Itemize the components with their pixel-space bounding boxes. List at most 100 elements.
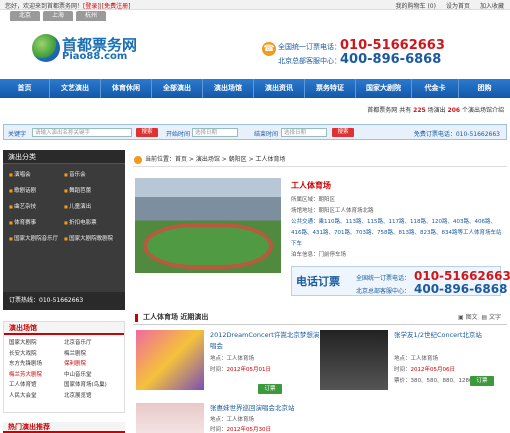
category-title: 演出分类	[3, 150, 125, 164]
city-tabs: 北京 上海 杭州	[10, 11, 109, 21]
hotline-number-1: 010-51662663	[340, 38, 445, 53]
category-item[interactable]: 演唱会	[9, 168, 64, 181]
header-hotline: ☎ 全国统一订票电话： 010-51662663 北京总部客服中心： 400-8…	[262, 38, 510, 68]
category-item[interactable]: 歌剧话剧	[9, 184, 64, 197]
venue-parking: 泊车信息：门前停车场	[291, 252, 347, 258]
register-link[interactable]: [免费注册]	[102, 3, 131, 10]
site-logo[interactable]: 首都票务网 Piao88.com	[30, 32, 140, 64]
stats-shows-count: 225	[413, 107, 426, 114]
show-card: 张学友1/2世纪Concert北京站 地点：工人体育场 时间：2012年05月0…	[320, 330, 505, 414]
category-item[interactable]: 国家大剧院音乐厅	[9, 232, 64, 245]
start-date-input[interactable]: 选择日期	[192, 128, 238, 137]
nav-special[interactable]: 票务特证	[305, 79, 356, 98]
show-poster[interactable]	[320, 330, 388, 390]
venue-link[interactable]: 保利剧院	[64, 359, 119, 370]
category-item[interactable]: 音乐会	[64, 168, 119, 181]
set-homepage-link[interactable]: 设为首页	[446, 3, 470, 10]
globe-logo-icon	[32, 34, 60, 62]
recent-shows-title: 工人体育场 近期演出	[143, 313, 209, 321]
hotline-number-2: 400-896-6868	[340, 52, 442, 67]
show-card: 张惠妹世界巡回演唱会北京站 地点：工人体育场 时间：2012年05月30日	[136, 403, 321, 433]
greeting: 您好，欢迎来到首都票务网！[登录]|[免费注册]	[5, 3, 131, 10]
show-time-value: 2012年05月01日	[226, 367, 272, 373]
city-tab-shanghai[interactable]: 上海	[43, 11, 73, 21]
show-time-label: 时间：	[210, 367, 227, 373]
venue-address: 场馆地址：朝阳区工人体育场北路	[291, 208, 374, 214]
show-title[interactable]: 2012DreamConcert许嵩北京梦想演唱会	[210, 330, 320, 352]
nav-national-theater[interactable]: 国家大剧院	[356, 79, 412, 98]
site-stats: 首都票务网 共有 225 场演出 206 个演出场馆介绍	[367, 105, 504, 114]
view-text-button[interactable]: 文字	[489, 314, 501, 321]
venue-link[interactable]: 人民大会堂	[9, 391, 64, 402]
breadcrumb-text[interactable]: 当前位置：首页 > 演出场馆 > 朝阳区 > 工人体育场	[145, 156, 286, 163]
category-item[interactable]: 舞蹈芭蕾	[64, 184, 119, 197]
show-place: 地点：工人体育场	[210, 417, 255, 423]
show-place: 地点：工人体育场	[210, 356, 255, 362]
cart-link[interactable]: 我的购物车 (0)	[396, 3, 436, 10]
end-date-input[interactable]: 选择日期	[281, 128, 327, 137]
phone-icon: ☎	[262, 42, 276, 56]
venue-link[interactable]: 东方先锋剧场	[9, 359, 64, 370]
category-item[interactable]: 体育赛事	[9, 216, 64, 229]
stats-mid: 场演出	[427, 107, 446, 114]
callbox-number-1: 010-51662663	[414, 269, 510, 283]
home-icon	[134, 156, 142, 164]
show-poster[interactable]	[136, 330, 204, 390]
nav-voucher[interactable]: 代金卡	[412, 79, 459, 98]
category-item[interactable]: 曲艺杂技	[9, 200, 64, 213]
venue-link[interactable]: 梅兰剧院	[64, 349, 119, 360]
search-hotline: 免费订票电话：010-51662663	[413, 131, 500, 138]
venue-link[interactable]: 北京展览馆	[64, 391, 119, 402]
show-time-label: 时间：	[210, 427, 227, 433]
venue-district: 所属区域：朝阳区	[291, 197, 336, 203]
nav-venues[interactable]: 演出场馆	[203, 79, 254, 98]
date-search-button[interactable]: 搜索	[332, 128, 354, 137]
show-time: 时间：2012年05月30日	[210, 425, 271, 433]
add-favorite-link[interactable]: 加入收藏	[480, 3, 504, 10]
login-link[interactable]: [登录]	[83, 3, 100, 10]
stats-prefix: 首都票务网 共有	[367, 107, 412, 114]
recent-shows-header: 工人体育场 近期演出 ▣ 图文 ▤ 文字	[133, 311, 507, 325]
nav-all-shows[interactable]: 全部演出	[152, 79, 203, 98]
show-time-label: 时间：	[394, 367, 411, 373]
search-button[interactable]: 搜索	[136, 128, 158, 137]
view-grid-button[interactable]: 图文	[466, 314, 478, 321]
city-tab-hangzhou[interactable]: 杭州	[76, 11, 106, 21]
venue-link[interactable]: 国家大剧院	[9, 338, 64, 349]
order-button[interactable]: 订票	[470, 376, 494, 386]
callbox-label-2: 北京总部客服中心：	[356, 288, 411, 295]
show-title[interactable]: 张学友1/2世纪Concert北京站	[394, 330, 504, 341]
stats-venues-count: 206	[447, 107, 461, 114]
category-item[interactable]: 折扣电影票	[64, 216, 119, 229]
order-button[interactable]: 订票	[258, 384, 282, 394]
stats-suffix: 个演出场馆介绍	[461, 107, 504, 114]
category-item[interactable]: 儿童演出	[64, 200, 119, 213]
category-hotline: 订票热线：010-51662663	[3, 292, 125, 310]
nav-news[interactable]: 演出资讯	[254, 79, 305, 98]
category-item[interactable]: 国家大剧院歌剧院	[64, 232, 119, 245]
start-date-label: 开始时间	[166, 131, 191, 138]
end-date-label: 结束时间	[254, 131, 279, 138]
hot-recommend-title: 热门演出推荐	[3, 422, 125, 433]
venue-link[interactable]: 长安大戏院	[9, 349, 64, 360]
breadcrumb: 当前位置：首页 > 演出场馆 > 朝阳区 > 工人体育场	[133, 153, 507, 167]
venue-link[interactable]: 北京音乐厅	[64, 338, 119, 349]
view-toggle: ▣ 图文 ▤ 文字	[458, 314, 501, 321]
keyword-input[interactable]: 请输入演出名称关键字	[32, 128, 132, 137]
venue-link[interactable]: 工人体育馆	[9, 380, 64, 391]
venue-photo	[135, 178, 281, 273]
nav-group-buy[interactable]: 团购	[459, 79, 510, 98]
search-bar: 关键字 请输入演出名称关键字 搜索 开始时间 选择日期 结束时间 选择日期 搜索…	[3, 124, 507, 140]
show-title[interactable]: 张惠妹世界巡回演唱会北京站	[210, 403, 360, 414]
nav-sports[interactable]: 体育休闲	[101, 79, 152, 98]
show-place: 地点：工人体育场	[394, 356, 439, 362]
nav-home[interactable]: 首页	[0, 79, 50, 98]
show-poster[interactable]	[136, 403, 204, 433]
venue-link[interactable]: 梅兰芳大剧院	[9, 370, 64, 381]
venue-link[interactable]: 国家体育场(鸟巢)	[64, 380, 119, 391]
phone-order-title: 电话订票	[296, 275, 340, 288]
show-time-value: 2012年05月06日	[410, 367, 456, 373]
venue-link[interactable]: 中山音乐堂	[64, 370, 119, 381]
nav-arts[interactable]: 文艺演出	[50, 79, 101, 98]
city-tab-beijing[interactable]: 北京	[10, 11, 40, 21]
